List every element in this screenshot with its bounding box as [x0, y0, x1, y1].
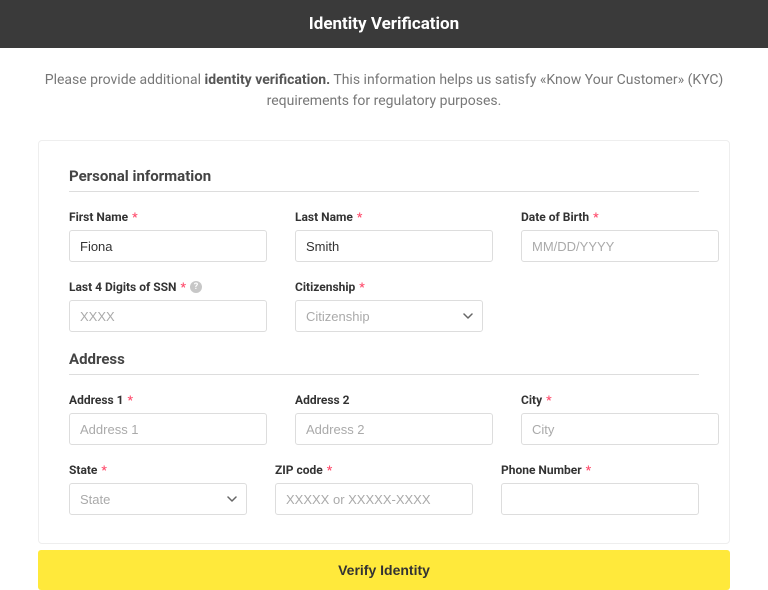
citizenship-select[interactable]: Citizenship	[295, 300, 483, 332]
citizenship-select-wrapper: Citizenship	[295, 300, 483, 332]
label-text: Address 1	[69, 393, 124, 407]
field-zip: ZIP code *	[275, 463, 473, 515]
intro-strong: identity verification.	[205, 72, 331, 88]
dob-input[interactable]	[521, 230, 719, 262]
field-ssn4: Last 4 Digits of SSN * ?	[69, 280, 267, 332]
phone-input[interactable]	[501, 483, 699, 515]
label-last-name: Last Name *	[295, 210, 493, 224]
required-asterisk: *	[101, 463, 106, 477]
required-asterisk: *	[128, 393, 133, 407]
label-text: City	[521, 393, 542, 407]
label-text: State	[69, 463, 97, 477]
label-text: First Name	[69, 210, 128, 224]
field-address2: Address 2	[295, 393, 493, 445]
city-input[interactable]	[521, 413, 719, 445]
label-city: City *	[521, 393, 719, 407]
field-dob: Date of Birth *	[521, 210, 719, 262]
label-text: ZIP code	[275, 463, 323, 477]
field-last-name: Last Name *	[295, 210, 493, 262]
label-text: Last 4 Digits of SSN	[69, 280, 177, 294]
label-text: Last Name	[295, 210, 353, 224]
row-address-1: Address 1 * Address 2 City *	[69, 393, 699, 445]
intro-prefix: Please provide additional	[45, 72, 205, 88]
section-title-address: Address	[69, 350, 699, 375]
field-state: State * State	[69, 463, 247, 515]
form-card: Personal information First Name * Last Na…	[38, 140, 730, 544]
row-personal-1: First Name * Last Name * Date of Birth *	[69, 210, 699, 262]
label-text: Address 2	[295, 393, 350, 407]
intro-suffix: This information helps us satisfy «Know …	[267, 72, 724, 109]
required-asterisk: *	[546, 393, 551, 407]
label-zip: ZIP code *	[275, 463, 473, 477]
ssn4-input[interactable]	[69, 300, 267, 332]
label-text: Date of Birth	[521, 210, 589, 224]
last-name-input[interactable]	[295, 230, 493, 262]
section-title-personal: Personal information	[69, 167, 699, 192]
intro-text: Please provide additional identity verif…	[0, 48, 768, 126]
state-select-wrapper: State	[69, 483, 247, 515]
label-state: State *	[69, 463, 247, 477]
field-address1: Address 1 *	[69, 393, 267, 445]
required-asterisk: *	[357, 210, 362, 224]
required-asterisk: *	[327, 463, 332, 477]
page-header: Identity Verification	[0, 0, 768, 48]
label-ssn4: Last 4 Digits of SSN * ?	[69, 280, 267, 294]
address1-input[interactable]	[69, 413, 267, 445]
row-personal-2: Last 4 Digits of SSN * ? Citizenship * Cit…	[69, 280, 699, 332]
label-address2: Address 2	[295, 393, 493, 407]
field-city: City *	[521, 393, 719, 445]
zip-input[interactable]	[275, 483, 473, 515]
required-asterisk: *	[132, 210, 137, 224]
label-phone: Phone Number *	[501, 463, 699, 477]
first-name-input[interactable]	[69, 230, 267, 262]
label-citizenship: Citizenship *	[295, 280, 483, 294]
field-first-name: First Name *	[69, 210, 267, 262]
field-phone: Phone Number *	[501, 463, 699, 515]
spacer	[511, 280, 699, 332]
address2-input[interactable]	[295, 413, 493, 445]
required-asterisk: *	[359, 280, 364, 294]
state-select[interactable]: State	[69, 483, 247, 515]
row-address-2: State * State ZIP code * Phone Number *	[69, 463, 699, 515]
required-asterisk: *	[181, 280, 186, 294]
label-address1: Address 1 *	[69, 393, 267, 407]
label-first-name: First Name *	[69, 210, 267, 224]
required-asterisk: *	[586, 463, 591, 477]
page-title: Identity Verification	[309, 14, 459, 34]
field-citizenship: Citizenship * Citizenship	[295, 280, 483, 332]
label-dob: Date of Birth *	[521, 210, 719, 224]
required-asterisk: *	[593, 210, 598, 224]
verify-identity-button[interactable]: Verify Identity	[38, 550, 730, 590]
help-icon[interactable]: ?	[190, 281, 202, 293]
label-text: Phone Number	[501, 463, 582, 477]
label-text: Citizenship	[295, 280, 355, 294]
